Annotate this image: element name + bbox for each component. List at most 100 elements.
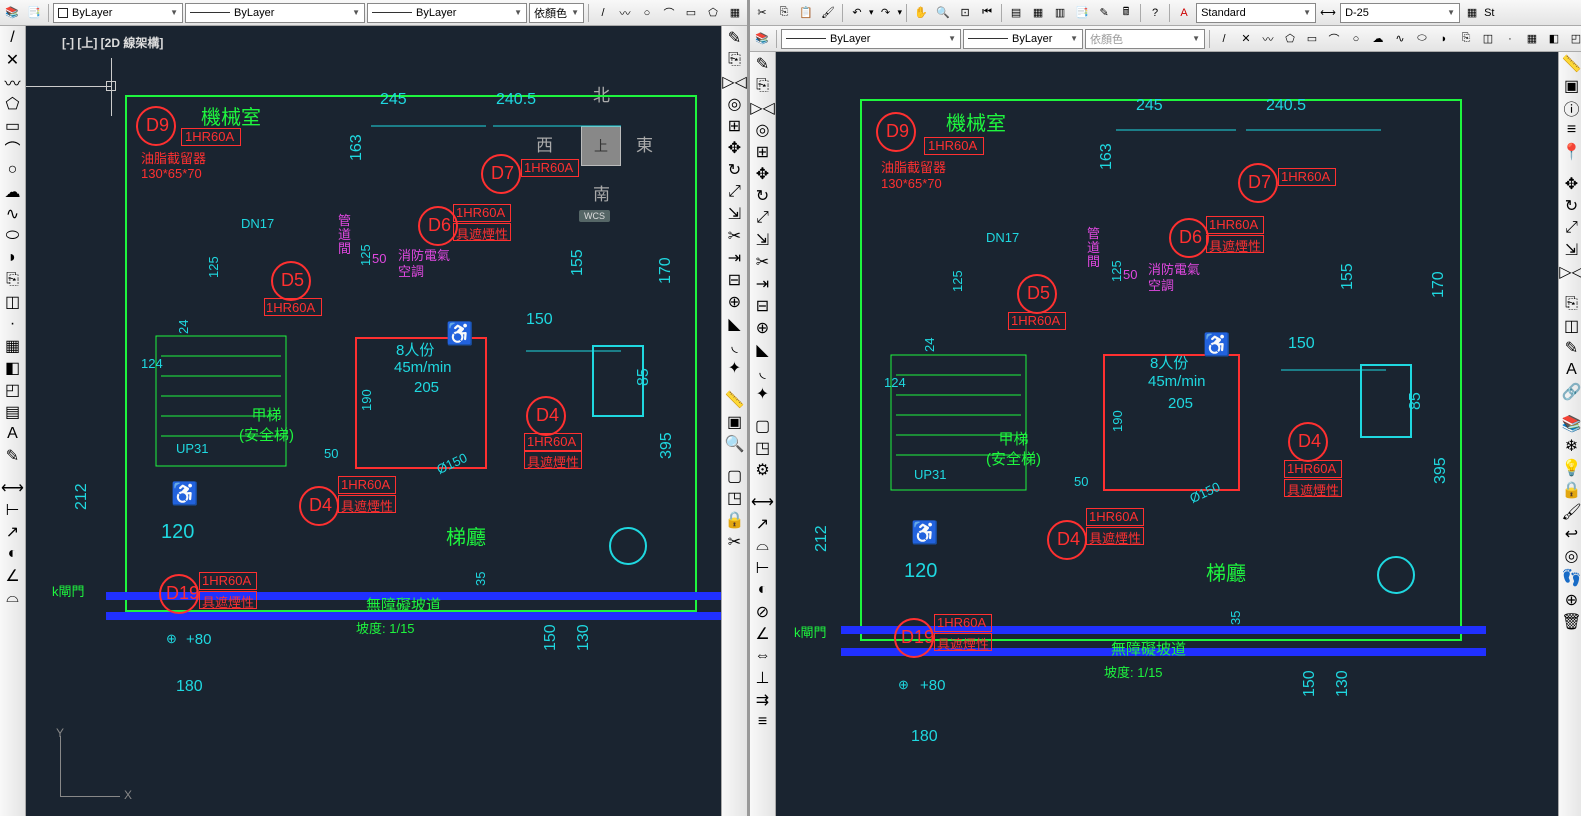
block-icon[interactable]: ◫ (1478, 29, 1498, 49)
mirror-icon[interactable]: ▷◁ (1562, 262, 1581, 282)
offset-icon[interactable]: ◎ (725, 94, 745, 114)
break-icon[interactable]: ⊟ (753, 296, 773, 316)
erase-icon[interactable]: ✎ (725, 28, 745, 48)
xref-icon[interactable]: 🔗 (1562, 382, 1581, 402)
explode-icon[interactable]: ✦ (725, 358, 745, 378)
properties-icon[interactable]: ▤ (1006, 3, 1026, 23)
text-style-icon[interactable]: A (1174, 3, 1194, 23)
chamfer-icon[interactable]: ◣ (753, 340, 773, 360)
dim-linear-icon[interactable]: ⊢ (3, 500, 23, 520)
stretch-icon[interactable]: ⇲ (725, 204, 745, 224)
polygon-icon[interactable]: ⬠ (1280, 29, 1300, 49)
markup-icon[interactable]: ✎ (1094, 3, 1114, 23)
gradient-icon[interactable]: ◧ (1544, 29, 1564, 49)
matchprop-icon[interactable]: 🖌 (818, 3, 838, 23)
layer-match-icon[interactable]: 🖌 (1562, 502, 1581, 522)
help-icon[interactable]: ? (1145, 3, 1165, 23)
quickcalc-icon[interactable]: 🖩 (1116, 3, 1136, 23)
join-icon[interactable]: ⊕ (753, 318, 773, 338)
gradient-icon[interactable]: ◧ (3, 358, 23, 378)
move-icon[interactable]: ✥ (725, 138, 745, 158)
viewport-icon[interactable]: ◳ (725, 488, 745, 508)
point-icon[interactable]: · (1500, 29, 1520, 49)
layer-icon[interactable]: 📚 (1562, 414, 1581, 434)
xline-icon[interactable]: ✕ (1236, 29, 1256, 49)
region-info-icon[interactable]: ⓘ (1562, 98, 1581, 118)
extend-icon[interactable]: ⇥ (725, 248, 745, 268)
rectangle-icon[interactable]: ▭ (1302, 29, 1322, 49)
redo-icon[interactable]: ↷ (876, 3, 896, 23)
dim-radius-icon[interactable]: ◐ (3, 544, 23, 564)
layer-delete-icon[interactable]: 🗑 (1562, 612, 1581, 632)
viewport-label[interactable]: [-] [上] [2D 線架構] (62, 34, 163, 51)
insert-icon[interactable]: ⎘ (1456, 29, 1476, 49)
rotate-icon[interactable]: ↻ (725, 160, 745, 180)
drawing-canvas-right[interactable]: 機械室 D9 1HR60A 油脂截留器 130*65*70 245 240.5 … (776, 52, 1558, 816)
insert-block-icon[interactable]: ⎘ (1562, 294, 1581, 314)
extend-icon[interactable]: ⇥ (753, 274, 773, 294)
dim-aligned-icon[interactable]: ↗ (3, 522, 23, 542)
zoom-window-icon[interactable]: ⊡ (955, 3, 975, 23)
dim-arc-icon[interactable]: ⌓ (3, 588, 23, 608)
textstyle-dropdown[interactable]: Standard ▼ (1196, 3, 1316, 23)
hatch-icon[interactable]: ▦ (725, 3, 745, 23)
layer-manager-icon[interactable]: 📚 (2, 3, 22, 23)
fillet-icon[interactable]: ◟ (725, 336, 745, 356)
lineweight-dropdown[interactable]: ByLayer ▼ (367, 3, 527, 23)
toolpalettes-icon[interactable]: ▥ (1050, 3, 1070, 23)
ellipse-icon[interactable]: ⬭ (1412, 29, 1432, 49)
stretch-icon[interactable]: ⇲ (1562, 240, 1581, 260)
revcloud-icon[interactable]: ☁ (1368, 29, 1388, 49)
dim-space-icon[interactable]: ≡ (753, 712, 773, 732)
area-icon[interactable]: ▣ (1562, 76, 1581, 96)
insert-block-icon[interactable]: ⎘ (3, 270, 23, 290)
region-icon[interactable]: ◰ (3, 380, 23, 400)
dim-baseline-icon[interactable]: ⊥ (753, 668, 773, 688)
rotate-icon[interactable]: ↻ (1562, 196, 1581, 216)
scale-icon[interactable]: ⤢ (1562, 218, 1581, 238)
table-style-icon[interactable]: ▦ (1462, 3, 1482, 23)
line-icon[interactable]: / (3, 28, 23, 48)
hatch-icon[interactable]: ▦ (3, 336, 23, 356)
sheetset-icon[interactable]: 📑 (1072, 3, 1092, 23)
hatch-icon[interactable]: ▦ (1522, 29, 1542, 49)
layer-off-icon[interactable]: 💡 (1562, 458, 1581, 478)
drawing-canvas-left[interactable]: [-] [上] [2D 線架構] 北 南 西 東 上 WCS X Y (26, 26, 721, 816)
array-icon[interactable]: ⊞ (753, 142, 773, 162)
linetype-dropdown[interactable]: ByLayer ▼ (781, 29, 961, 49)
distance-icon[interactable]: 📏 (1562, 54, 1581, 74)
vp-lock-icon[interactable]: 🔒 (725, 510, 745, 530)
layer-manager-icon[interactable]: 📚 (752, 29, 772, 49)
scale-icon[interactable]: ⤢ (725, 182, 745, 202)
mtext-icon[interactable]: A (3, 424, 23, 444)
spline-icon[interactable]: ∿ (3, 204, 23, 224)
polygon-icon[interactable]: ⬠ (3, 94, 23, 114)
vp-clip-icon[interactable]: ✂ (725, 532, 745, 552)
dim-linear-icon[interactable]: ⟷ (753, 492, 773, 512)
layer-freeze-icon[interactable]: ❄ (1562, 436, 1581, 456)
move-icon[interactable]: ✥ (753, 164, 773, 184)
xline-icon[interactable]: ✕ (3, 50, 23, 70)
chamfer-icon[interactable]: ◣ (725, 314, 745, 334)
layer-states-icon[interactable]: 📑 (24, 3, 44, 23)
cut-icon[interactable]: ✂ (752, 3, 772, 23)
arc-icon[interactable]: ⌒ (1324, 29, 1344, 49)
edit-block-icon[interactable]: ✎ (1562, 338, 1581, 358)
id-icon[interactable]: 📍 (1562, 142, 1581, 162)
join-icon[interactable]: ⊕ (725, 292, 745, 312)
polygon-icon[interactable]: ⬠ (703, 3, 723, 23)
copy-icon[interactable]: ⎘ (753, 76, 773, 96)
offset-icon[interactable]: ◎ (753, 120, 773, 140)
circle-icon[interactable]: ○ (637, 3, 657, 23)
explode-icon[interactable]: ✦ (753, 384, 773, 404)
polyline-icon[interactable]: 〰 (3, 72, 23, 92)
dim-continue-icon[interactable]: ⇉ (753, 690, 773, 710)
line-icon[interactable]: / (593, 3, 613, 23)
mirror-icon[interactable]: ▷◁ (753, 98, 773, 118)
page-setup-icon[interactable]: ⚙ (753, 460, 773, 480)
layer-lock-icon[interactable]: 🔒 (1562, 480, 1581, 500)
new-layout-icon[interactable]: ▢ (753, 416, 773, 436)
revcloud-icon[interactable]: ☁ (3, 182, 23, 202)
mirror-icon[interactable]: ▷◁ (725, 72, 745, 92)
layout-icon[interactable]: ▢ (725, 466, 745, 486)
